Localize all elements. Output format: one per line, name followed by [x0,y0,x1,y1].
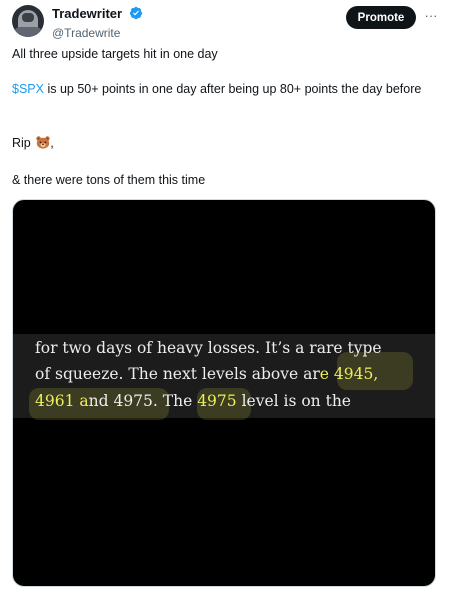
tweet-text-line-1: All three upside targets hit in one day [12,47,218,61]
verified-badge-icon[interactable] [129,6,143,25]
caption-highlighted-text: a [74,392,89,410]
cashtag-link[interactable]: $SPX [12,82,44,96]
media-image[interactable]: for two days of heavy losses. It’s a rar… [12,199,436,587]
caption-text: level is on the [236,392,351,410]
caption-line-1: for two days of heavy losses. It’s a rar… [35,339,382,357]
bear-face-icon [36,136,50,149]
tweet-text-line-3: Rip , [12,135,436,152]
tweet-text-comma: , [50,136,54,150]
more-options-icon[interactable]: ··· [422,8,440,26]
caption-highlighted-text: 4961 [35,392,75,410]
promote-button[interactable]: Promote [346,6,416,29]
caption-line-2: of squeeze. The next levels above are 49… [35,362,378,386]
tweet-text-rip: Rip [12,136,31,150]
caption-highlighted-text: 4975 [197,392,237,410]
handle[interactable]: @Tradewrite [52,25,143,41]
tweet-text-line-2: $SPX is up 50+ points in one day after b… [12,81,436,98]
avatar[interactable] [12,5,44,37]
tweet-header: Tradewriter @Tradewrite Promote ··· [12,5,440,41]
tweet-text-line-2-rest: is up 50+ points in one day after being … [43,82,422,96]
caption-text: of squeeze. The next levels above ar [35,365,320,383]
tweet-text-line-4: & there were tons of them this time [12,173,206,187]
author-info: Tradewriter @Tradewrite [52,5,143,41]
display-name[interactable]: Tradewriter [52,6,122,21]
caption-highlighted-text: e 4945, [319,365,379,383]
caption-text: nd 4975. The [88,392,198,410]
caption-line-3: 4961 and 4975. The 4975 level is on the [35,389,351,413]
